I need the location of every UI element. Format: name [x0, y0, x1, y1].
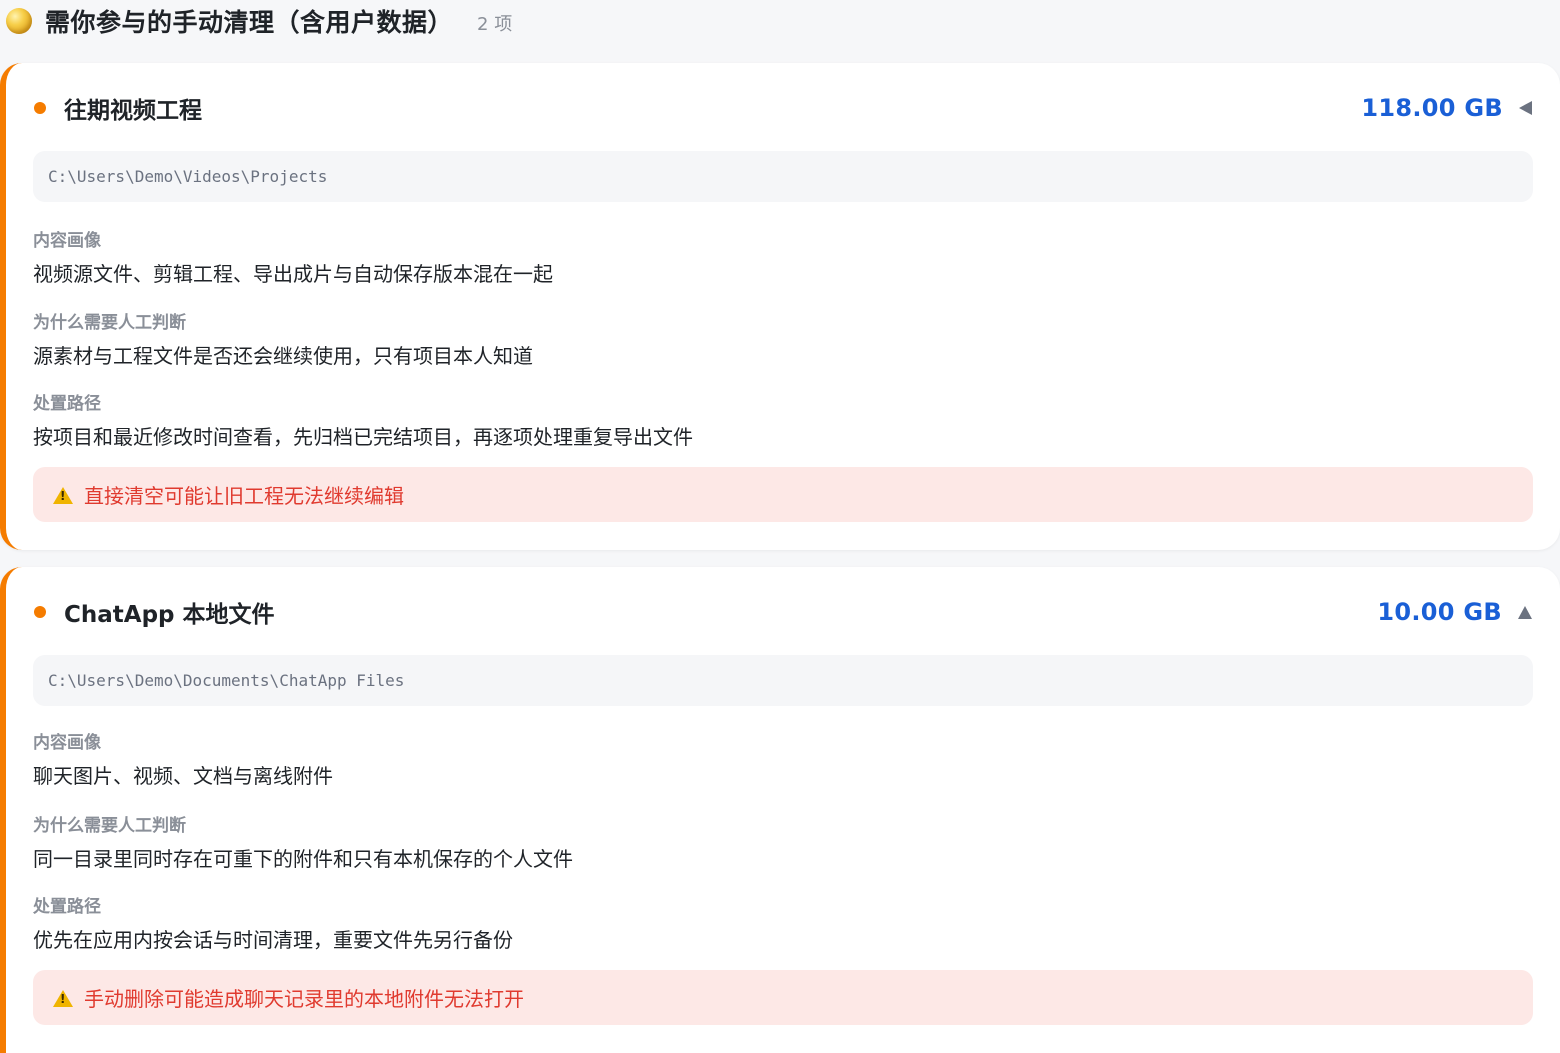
cleanup-card: 往期视频工程 118.00 GB C:\Users\Demo\Videos\Pr…	[0, 63, 1560, 550]
action-value: 按项目和最近修改时间查看，先归档已完结项目，再逐项处理重复导出文件	[33, 425, 693, 449]
action-label: 处置路径	[33, 897, 101, 917]
warning-box: 直接清空可能让旧工程无法继续编辑	[33, 467, 1533, 522]
profile-label: 内容画像	[33, 231, 101, 251]
warning-text: 直接清空可能让旧工程无法继续编辑	[84, 484, 404, 508]
warning-box: 手动删除可能造成聊天记录里的本地附件无法打开	[33, 970, 1533, 1025]
why-value: 同一目录里同时存在可重下的附件和只有本机保存的个人文件	[33, 847, 573, 871]
warning-icon	[53, 486, 73, 504]
card-header[interactable]: 往期视频工程 118.00 GB	[34, 91, 1532, 125]
profile-label: 内容画像	[33, 733, 101, 753]
collapse-arrow-icon[interactable]	[1518, 605, 1532, 619]
path-display: C:\Users\Demo\Documents\ChatApp Files	[33, 655, 1533, 706]
action-label: 处置路径	[33, 394, 101, 414]
collapse-arrow-icon[interactable]	[1519, 101, 1532, 115]
why-label: 为什么需要人工判断	[33, 816, 186, 836]
coin-icon	[6, 8, 32, 34]
warning-text: 手动删除可能造成聊天记录里的本地附件无法打开	[84, 987, 524, 1011]
profile-value: 视频源文件、剪辑工程、导出成片与自动保存版本混在一起	[33, 262, 553, 286]
section-title: 需你参与的手动清理（含用户数据）	[45, 8, 454, 37]
size-label: 10.00 GB	[1377, 598, 1502, 626]
card-title: ChatApp 本地文件	[64, 602, 275, 628]
why-label: 为什么需要人工判断	[33, 313, 186, 333]
manual-cleanup-page: 需你参与的手动清理（含用户数据） 2 项 往期视频工程 118.00 GB C:…	[0, 0, 1560, 1053]
profile-value: 聊天图片、视频、文档与离线附件	[33, 764, 333, 788]
action-value: 优先在应用内按会话与时间清理，重要文件先另行备份	[33, 928, 513, 952]
path-display: C:\Users\Demo\Videos\Projects	[33, 151, 1533, 202]
why-value: 源素材与工程文件是否还会继续使用，只有项目本人知道	[33, 344, 533, 368]
size-label: 118.00 GB	[1361, 94, 1503, 122]
status-dot	[34, 102, 46, 114]
warning-icon	[53, 989, 73, 1007]
cleanup-card: ChatApp 本地文件 10.00 GB C:\Users\Demo\Docu…	[0, 567, 1560, 1053]
status-dot	[34, 606, 46, 618]
card-header[interactable]: ChatApp 本地文件 10.00 GB	[34, 595, 1532, 629]
section-header: 需你参与的手动清理（含用户数据） 2 项	[6, 4, 512, 38]
item-count: 2 项	[477, 14, 513, 35]
card-title: 往期视频工程	[64, 98, 202, 124]
